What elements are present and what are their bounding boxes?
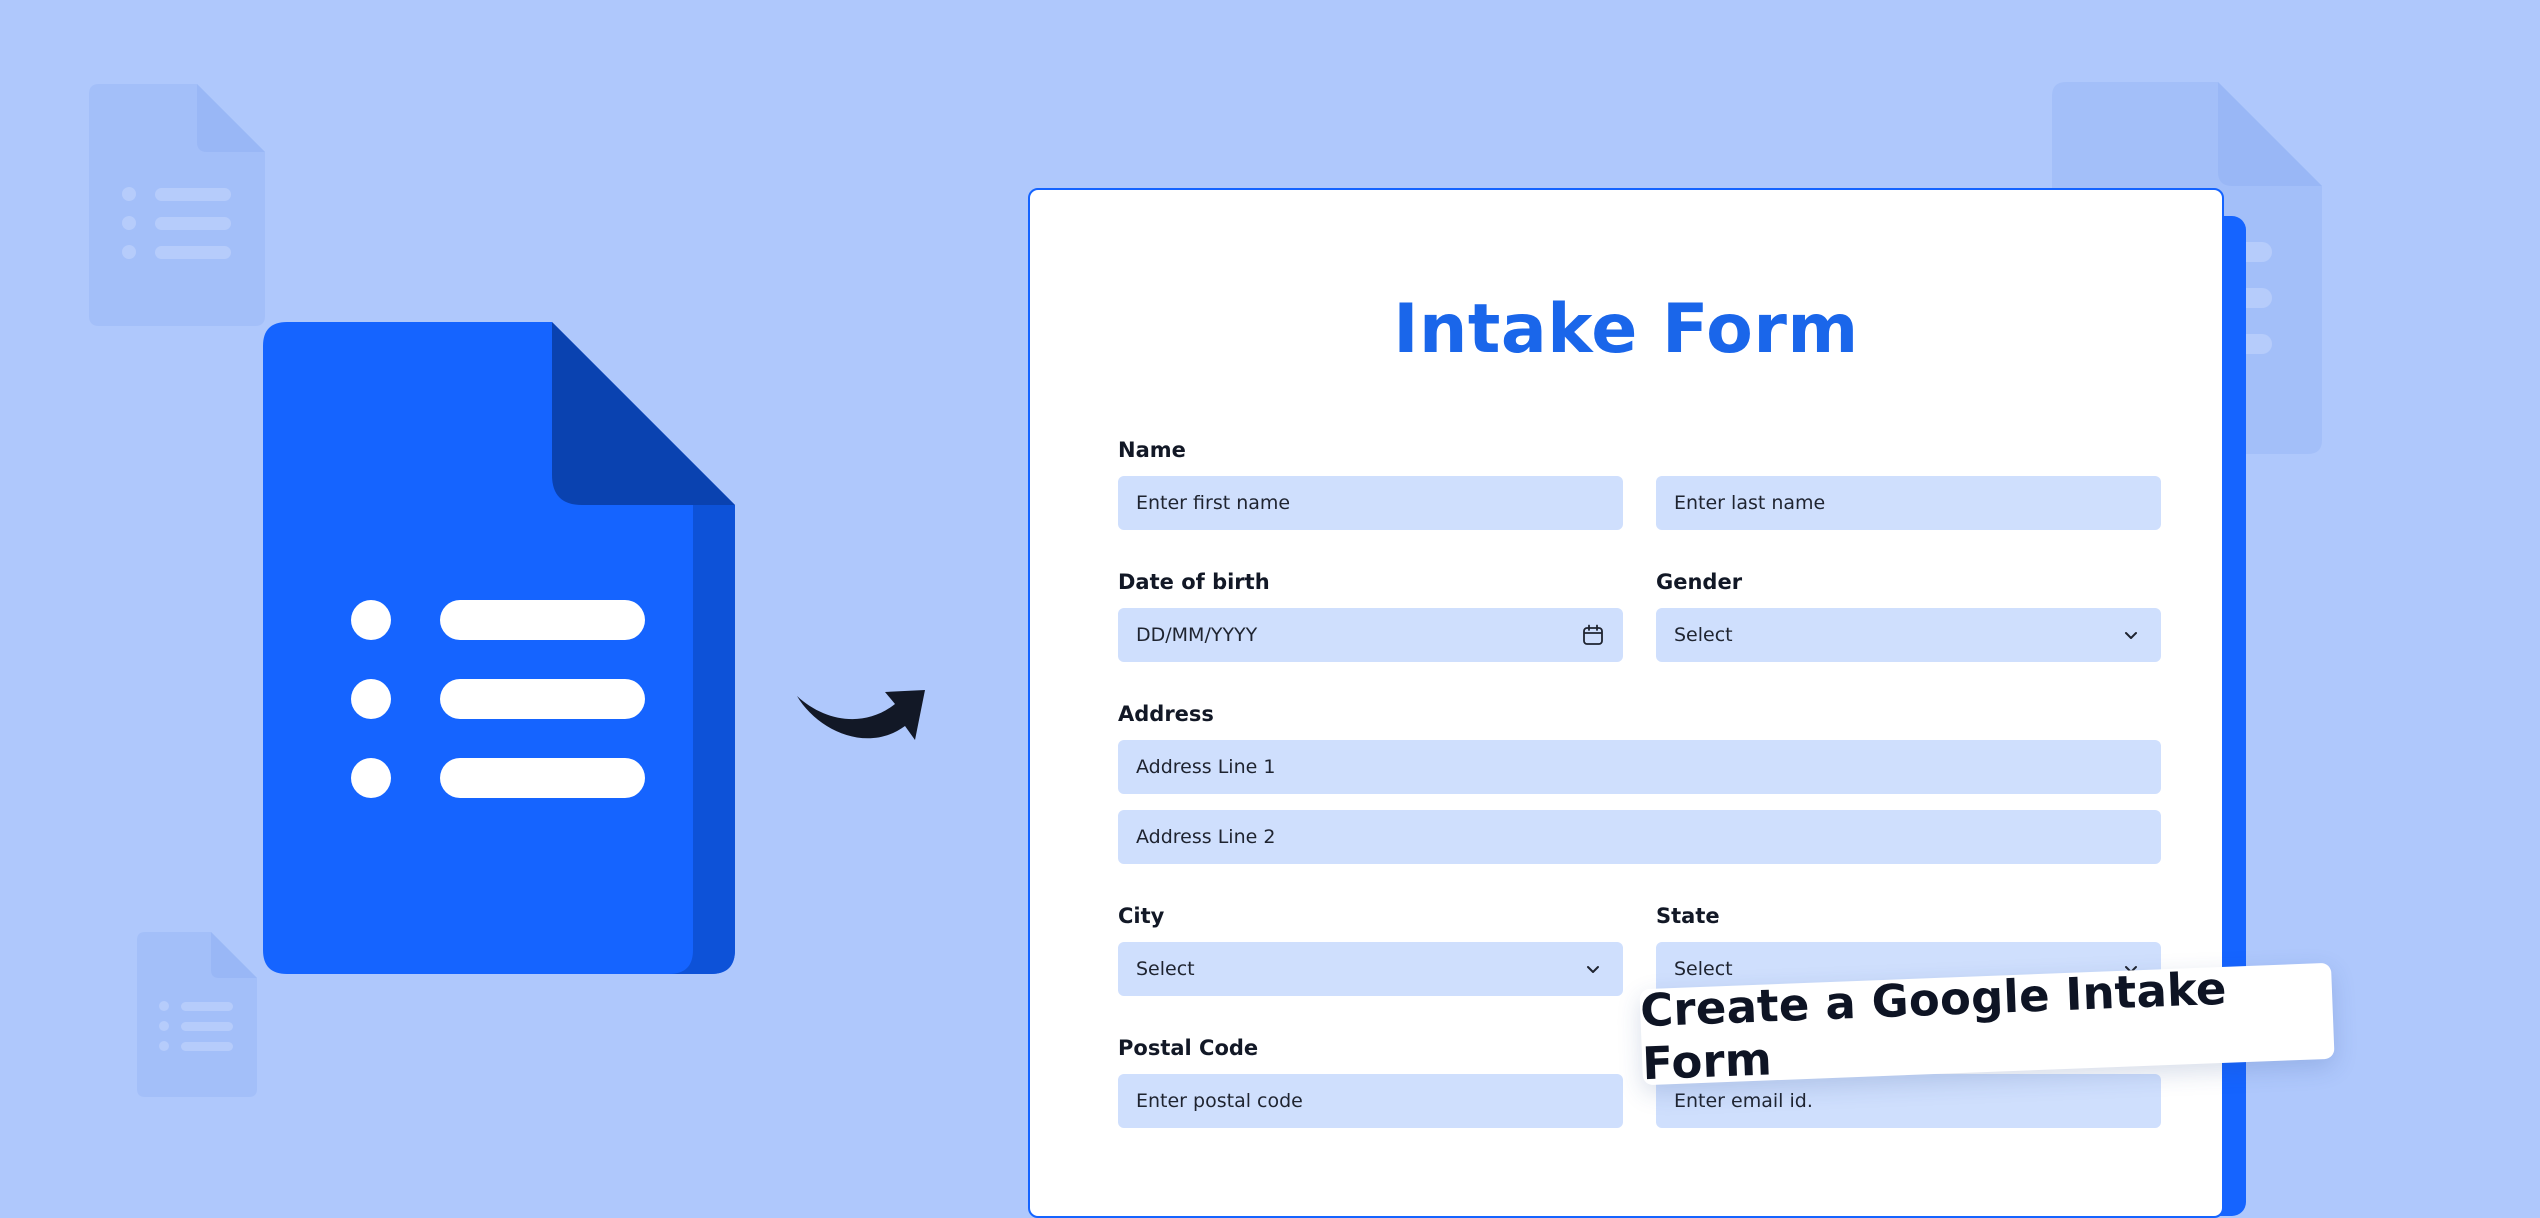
faint-doc-icon xyxy=(137,932,257,1097)
chevron-down-icon xyxy=(2119,623,2143,647)
last-name-placeholder: Enter last name xyxy=(1674,492,1826,514)
postal-code-label: Postal Code xyxy=(1118,1036,1259,1060)
form-title: Intake Form xyxy=(1393,290,1859,369)
curved-arrow-icon xyxy=(795,682,927,742)
last-name-input[interactable]: Enter last name xyxy=(1656,476,2161,530)
address-line1-input[interactable]: Address Line 1 xyxy=(1118,740,2161,794)
address-label: Address xyxy=(1118,702,1214,726)
google-forms-doc-icon xyxy=(263,322,735,974)
chevron-down-icon xyxy=(1581,957,1605,981)
address-line2-input[interactable]: Address Line 2 xyxy=(1118,810,2161,864)
address-line1-placeholder: Address Line 1 xyxy=(1136,756,1276,778)
faint-doc-icon xyxy=(89,84,265,326)
postal-code-input[interactable]: Enter postal code xyxy=(1118,1074,1623,1128)
dob-input[interactable]: DD/MM/YYYY xyxy=(1118,608,1623,662)
promo-banner: Create a Google Intake Form xyxy=(1639,962,2335,1090)
city-selected: Select xyxy=(1136,958,1195,980)
first-name-input[interactable]: Enter first name xyxy=(1118,476,1623,530)
gender-label: Gender xyxy=(1656,570,1743,594)
gender-select[interactable]: Select xyxy=(1656,608,2161,662)
first-name-placeholder: Enter first name xyxy=(1136,492,1291,514)
dob-placeholder: DD/MM/YYYY xyxy=(1136,624,1258,646)
gender-selected: Select xyxy=(1674,624,1733,646)
email-placeholder: Enter email id. xyxy=(1674,1090,1813,1112)
postal-code-placeholder: Enter postal code xyxy=(1136,1090,1303,1112)
state-label: State xyxy=(1656,904,1720,928)
calendar-icon[interactable] xyxy=(1581,623,1605,647)
city-select[interactable]: Select xyxy=(1118,942,1623,996)
city-label: City xyxy=(1118,904,1165,928)
name-label: Name xyxy=(1118,438,1186,462)
address-line2-placeholder: Address Line 2 xyxy=(1136,826,1276,848)
dob-label: Date of birth xyxy=(1118,570,1270,594)
